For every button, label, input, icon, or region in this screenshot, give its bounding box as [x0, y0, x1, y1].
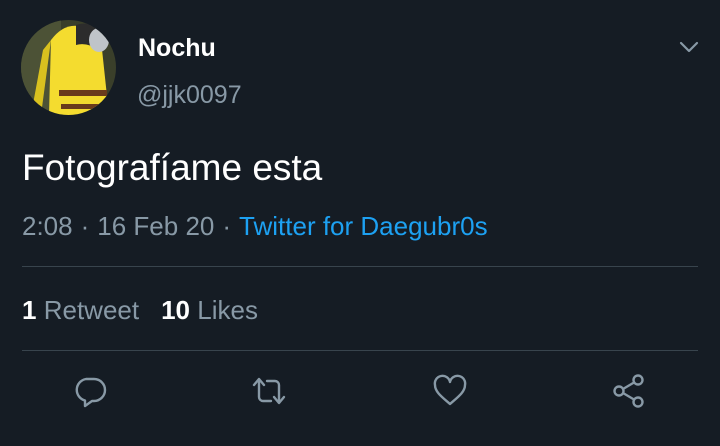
likes-label: Likes — [197, 295, 258, 325]
chevron-down-icon[interactable] — [676, 34, 702, 60]
reply-icon — [75, 377, 107, 408]
divider — [22, 350, 698, 351]
retweets-count: 1 — [22, 295, 37, 325]
retweets-label: Retweet — [43, 295, 140, 325]
heart-icon — [433, 374, 467, 406]
retweets-stat[interactable]: 1 Retweet — [22, 295, 139, 325]
tweet-source-link[interactable]: Twitter for Daegubr0s — [239, 211, 488, 241]
tweet-detail: Nochu @jjk0097 Fotografíame esta 2:08 · 16… — [0, 0, 720, 446]
tweet-time: 2:08 — [22, 211, 73, 241]
likes-count: 10 — [161, 295, 191, 325]
retweet-icon — [252, 377, 286, 405]
retweet-button[interactable] — [251, 373, 287, 409]
tweet-text: Fotografíame esta — [22, 147, 323, 188]
avatar[interactable] — [21, 20, 116, 115]
share-button[interactable] — [611, 373, 647, 409]
tweet-date: 16 Feb 20 — [97, 211, 215, 241]
tweet-meta: 2:08 · 16 Feb 20 · Twitter for Daegubr0s — [22, 208, 488, 244]
meta-separator: · — [80, 211, 90, 241]
divider — [22, 266, 698, 267]
user-handle[interactable]: @jjk0097 — [137, 79, 242, 111]
reply-button[interactable] — [72, 373, 108, 409]
likes-stat[interactable]: 10 Likes — [161, 295, 258, 325]
meta-separator: · — [222, 211, 232, 241]
share-icon — [613, 374, 644, 408]
display-name[interactable]: Nochu — [138, 33, 216, 63]
tweet-stats: 1 Retweet 10 Likes — [22, 292, 258, 328]
like-button[interactable] — [432, 373, 468, 409]
